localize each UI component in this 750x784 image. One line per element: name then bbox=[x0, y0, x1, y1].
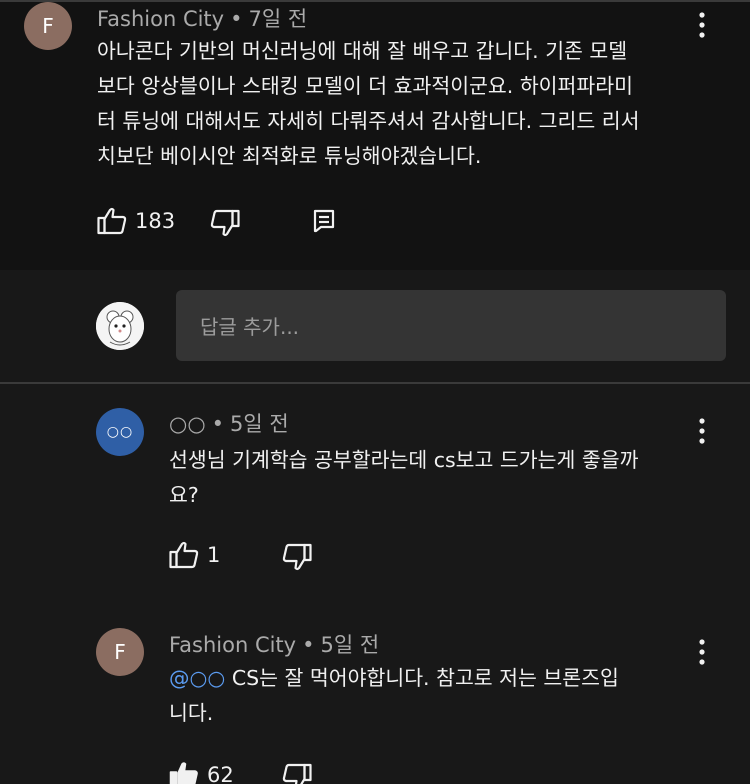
avatar-letter: ○○ bbox=[106, 424, 134, 440]
dislike-button[interactable] bbox=[210, 209, 240, 237]
meta-dot: • bbox=[211, 412, 225, 436]
avatar-letter: F bbox=[42, 14, 54, 38]
thumbs-down-icon bbox=[282, 543, 312, 571]
comment-time[interactable]: 5일 전 bbox=[230, 412, 289, 436]
section-divider bbox=[0, 382, 750, 384]
thumbs-up-icon bbox=[169, 541, 199, 569]
thumbs-up-icon bbox=[97, 207, 127, 235]
comment-line: 아나콘다 기반의 머신러닝에 대해 잘 배우고 갑니다. 기존 모델 bbox=[97, 39, 628, 63]
comment-text: @○○ CS는 잘 먹어야합니다. 참고로 저는 브론즈입 니다. bbox=[169, 661, 729, 731]
comment-line: 선생님 기계학습 공부할라는데 cs보고 드가는게 좋을까 bbox=[169, 448, 639, 472]
thumbs-up-filled-icon bbox=[169, 762, 198, 784]
reply-icon bbox=[313, 209, 335, 233]
user-avatar[interactable] bbox=[96, 302, 144, 350]
mention-link[interactable]: @○○ bbox=[169, 666, 225, 690]
avatar-letter: F bbox=[114, 640, 126, 664]
avatar[interactable]: F bbox=[24, 2, 72, 50]
comment-line: @○○ CS는 잘 먹어야합니다. 참고로 저는 브론즈입 bbox=[169, 661, 729, 696]
thumbs-down-icon bbox=[282, 763, 312, 784]
comments-page: F Fashion City • 7일 전 아나콘다 기반의 머신러닝에 대해 잘 … bbox=[0, 0, 750, 784]
comment-line: 보다 앙상블이나 스태킹 모델이 더 효과적이군요. 하이퍼파라미 bbox=[97, 74, 633, 98]
comment-line: 니다. bbox=[169, 701, 214, 725]
author-name[interactable]: Fashion City bbox=[169, 633, 296, 657]
reply-placeholder: 답글 추가... bbox=[200, 315, 300, 339]
dislike-button[interactable] bbox=[282, 763, 312, 784]
more-vert-icon[interactable] bbox=[690, 416, 714, 446]
like-button[interactable]: 1 bbox=[169, 541, 220, 569]
author-name[interactable]: Fashion City bbox=[97, 7, 224, 31]
comment-meta: Fashion City • 7일 전 bbox=[97, 3, 307, 33]
comment-text-segment: CS는 잘 먹어야합니다. 참고로 저는 브론즈입 bbox=[231, 666, 619, 690]
comment-text: 선생님 기계학습 공부할라는데 cs보고 드가는게 좋을까 요? bbox=[169, 443, 729, 513]
like-count: 62 bbox=[207, 763, 234, 784]
reply-compose-row: 답글 추가... bbox=[0, 270, 750, 382]
comment-time[interactable]: 7일 전 bbox=[249, 7, 308, 31]
comment-line: 터 튜닝에 대해서도 자세히 다뤄주셔서 감사합니다. 그리드 리서 bbox=[97, 109, 640, 133]
comment-time[interactable]: 5일 전 bbox=[321, 633, 380, 657]
comment-meta: ○○ • 5일 전 bbox=[169, 408, 289, 438]
avatar[interactable]: F bbox=[96, 628, 144, 676]
mouse-avatar-icon bbox=[96, 302, 144, 350]
author-name[interactable]: ○○ bbox=[169, 412, 206, 436]
thumbs-down-icon bbox=[210, 209, 240, 237]
reply-input[interactable]: 답글 추가... bbox=[176, 290, 726, 361]
like-button[interactable]: 62 bbox=[169, 761, 234, 784]
comment-text: 아나콘다 기반의 머신러닝에 대해 잘 배우고 갑니다. 기존 모델 보다 앙상… bbox=[97, 34, 737, 174]
dislike-button[interactable] bbox=[282, 543, 312, 571]
comment-line: 치보단 베이시안 최적화로 튜닝해야겠습니다. bbox=[97, 144, 482, 168]
top-divider bbox=[0, 0, 750, 2]
meta-dot: • bbox=[230, 7, 243, 31]
comment-line: 요? bbox=[169, 483, 199, 507]
meta-dot: • bbox=[302, 633, 315, 657]
main-comment: F Fashion City • 7일 전 아나콘다 기반의 머신러닝에 대해 잘 … bbox=[0, 0, 750, 270]
like-button[interactable]: 183 bbox=[97, 207, 175, 235]
like-count: 1 bbox=[207, 543, 221, 567]
like-count: 183 bbox=[135, 209, 176, 233]
reply-button[interactable] bbox=[313, 209, 335, 233]
comment-meta: Fashion City • 5일 전 bbox=[169, 629, 379, 659]
avatar[interactable]: ○○ bbox=[96, 408, 144, 456]
